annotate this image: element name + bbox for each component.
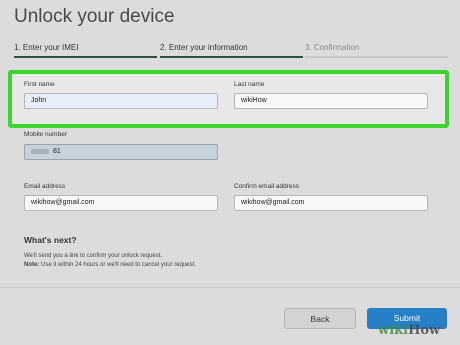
- step-3-label: 3. Confirmation: [305, 43, 360, 52]
- redacted-digits: [31, 148, 49, 154]
- whats-next-heading: What's next?: [24, 235, 77, 245]
- last-name-field[interactable]: wikiHow: [234, 93, 428, 109]
- confirm-email-label: Confirm email address: [234, 183, 300, 190]
- email-field[interactable]: wikihow@gmail.com: [24, 195, 218, 211]
- wikihow-watermark-logo: wikiHow: [378, 323, 441, 338]
- step-2-label: 2. Enter your information: [160, 43, 248, 52]
- step-2-progress: [160, 56, 303, 58]
- page-title: Unlock your device: [14, 6, 175, 27]
- confirm-email-field[interactable]: wikihow@gmail.com: [234, 195, 428, 211]
- back-button[interactable]: Back: [284, 308, 356, 329]
- whats-next-note: Note: Use it within 24 hours or we'll ne…: [24, 262, 196, 268]
- email-label: Email address: [24, 183, 66, 190]
- step-1-label: 1. Enter your IMEI: [14, 43, 79, 52]
- first-name-label: First name: [24, 81, 55, 88]
- first-name-field[interactable]: John: [24, 93, 218, 109]
- whats-next-text: We'll send you a link to confirm your un…: [24, 253, 163, 259]
- mobile-number-field[interactable]: 81: [24, 144, 218, 160]
- footer-divider: [0, 287, 460, 288]
- note-label: Note:: [24, 262, 40, 268]
- mobile-number-label: Mobile number: [24, 131, 67, 138]
- last-name-label: Last name: [234, 81, 265, 88]
- step-3-progress: [305, 56, 448, 58]
- step-1-progress: [14, 56, 157, 58]
- note-text: Use it within 24 hours or we'll need to …: [41, 262, 196, 268]
- mobile-number-visible-digits: 81: [53, 148, 61, 155]
